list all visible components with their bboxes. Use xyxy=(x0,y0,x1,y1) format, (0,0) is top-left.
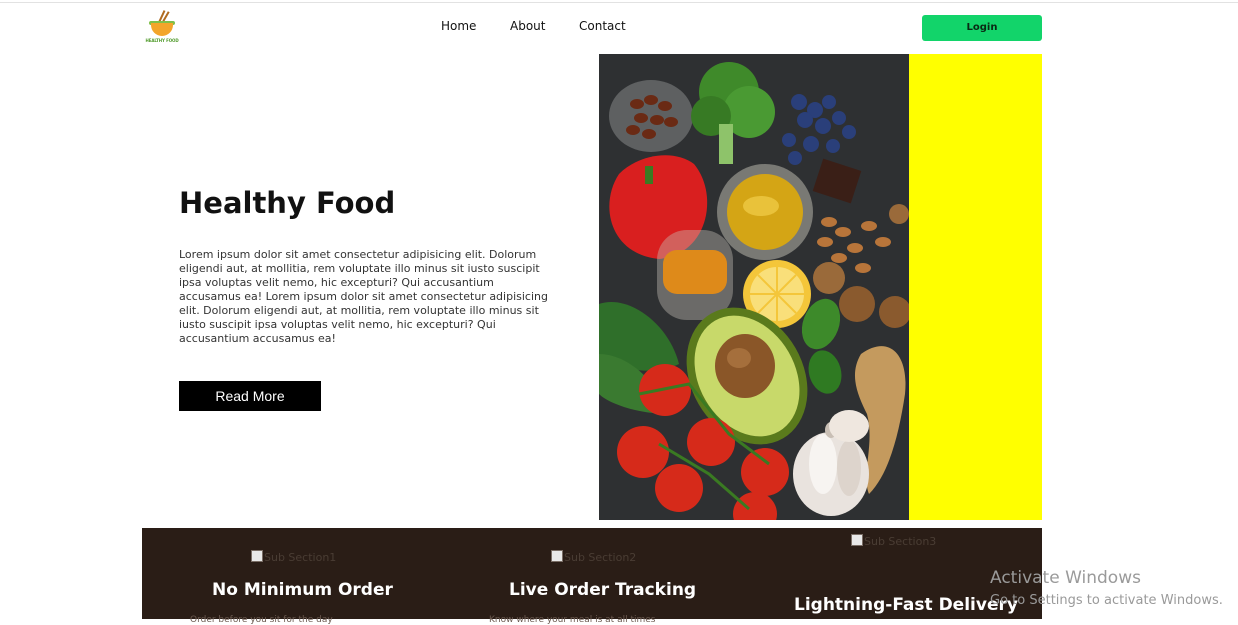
feature-image-1: Sub Section1 xyxy=(251,550,336,564)
read-more-button[interactable]: Read More xyxy=(179,381,321,411)
nav-contact[interactable]: Contact xyxy=(579,19,626,33)
feature-desc-1: Order before you sit for the day xyxy=(190,615,333,625)
top-border xyxy=(0,2,1238,3)
hero-food-image xyxy=(599,54,909,520)
broken-image-icon xyxy=(851,534,863,546)
feature-title-2: Live Order Tracking xyxy=(509,580,697,600)
feature-image-2: Sub Section2 xyxy=(551,550,636,564)
yellow-panel xyxy=(909,54,1042,520)
activation-watermark-subtitle: Go to Settings to activate Windows. xyxy=(990,593,1223,608)
login-button[interactable]: Login xyxy=(922,15,1042,41)
hero-title: Healthy Food xyxy=(179,186,396,220)
activation-watermark-title: Activate Windows xyxy=(990,568,1141,588)
feature-image-alt: Sub Section2 xyxy=(564,551,637,564)
feature-title-1: No Minimum Order xyxy=(212,580,393,600)
bowl-icon xyxy=(151,23,173,36)
vegetables-illustration xyxy=(599,54,909,520)
feature-desc-2: Know where your meal is at all times xyxy=(489,615,656,625)
feature-image-3: Sub Section3 xyxy=(851,534,936,548)
features-section: Sub Section1 No Minimum Order Order befo… xyxy=(142,528,1042,625)
nav-home[interactable]: Home xyxy=(441,19,476,33)
brand-logo[interactable]: HEALTHY FOOD xyxy=(145,10,179,46)
broken-image-icon xyxy=(551,550,563,562)
broken-image-icon xyxy=(251,550,263,562)
feature-image-alt: Sub Section1 xyxy=(264,551,337,564)
hero-description: Lorem ipsum dolor sit amet consectetur a… xyxy=(179,248,548,345)
logo-text: HEALTHY FOOD xyxy=(145,38,179,43)
nav-about[interactable]: About xyxy=(510,19,545,33)
feature-title-3: Lightning-Fast Delivery xyxy=(794,595,1018,615)
feature-image-alt: Sub Section3 xyxy=(864,535,937,548)
